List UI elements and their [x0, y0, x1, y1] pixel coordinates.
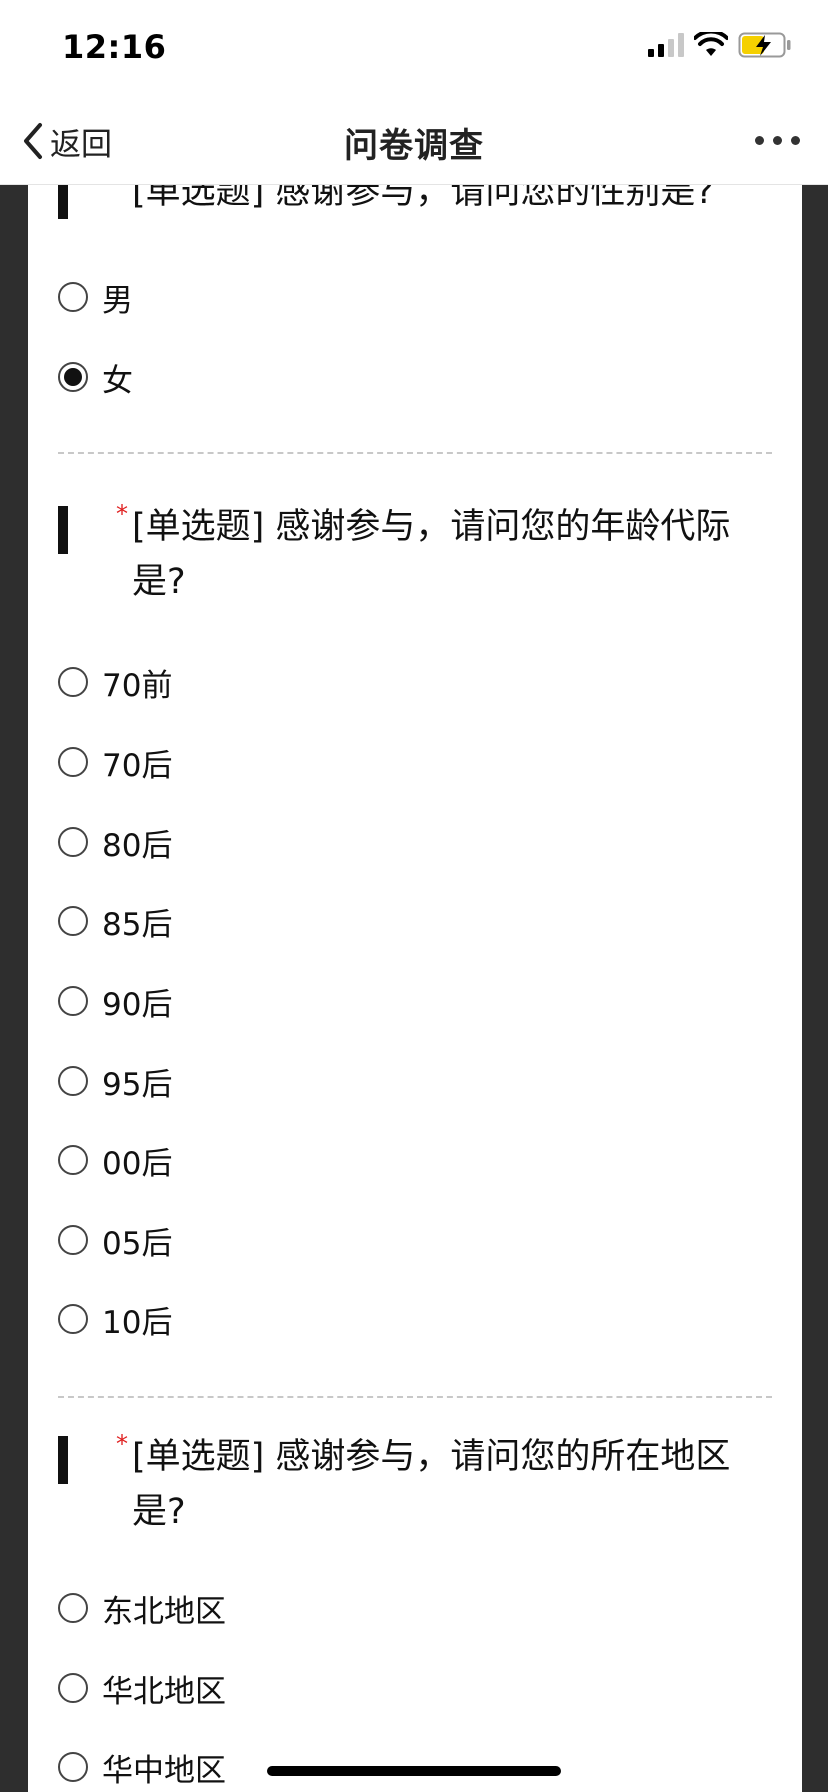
radio-button[interactable]: [58, 906, 88, 936]
more-dot-icon: [791, 136, 800, 145]
option-gender-male[interactable]: 男: [58, 275, 133, 319]
navigation-bar: 返回 问卷调查: [0, 96, 828, 185]
option-age[interactable]: 80后: [58, 820, 172, 864]
option-label: 女: [102, 362, 133, 399]
option-label: 男: [102, 282, 133, 319]
option-age[interactable]: 70后: [58, 740, 172, 784]
radio-button[interactable]: [58, 1066, 88, 1096]
question-marker: [58, 185, 68, 219]
radio-button[interactable]: [58, 1225, 88, 1255]
radio-button[interactable]: [58, 1145, 88, 1175]
option-region[interactable]: 东北地区: [58, 1586, 226, 1630]
option-label: 70后: [102, 747, 173, 784]
radio-button[interactable]: [58, 1593, 88, 1623]
radio-button[interactable]: [58, 1673, 88, 1703]
home-indicator[interactable]: [267, 1766, 561, 1776]
option-age[interactable]: 05后: [58, 1218, 172, 1262]
radio-button[interactable]: [58, 282, 88, 312]
question-text: [单选题] 感谢参与，请问您的所在地区是?: [132, 1437, 731, 1532]
option-label: 05后: [102, 1225, 173, 1262]
cellular-signal-icon: [648, 33, 684, 57]
radio-button-selected[interactable]: [58, 362, 88, 392]
option-label: 10后: [102, 1304, 173, 1341]
option-label: 85后: [102, 906, 173, 943]
option-label: 95后: [102, 1066, 173, 1103]
question-marker: [58, 1436, 68, 1484]
screen: 12:16 返回 问卷调查 [单选题] 感谢参与，请问您的性别是? 男 女 * …: [0, 0, 828, 1792]
more-dot-icon: [755, 136, 764, 145]
required-star: *: [116, 185, 128, 193]
option-gender-female[interactable]: 女: [58, 355, 133, 399]
option-region[interactable]: 华北地区: [58, 1666, 226, 1710]
question-age-title: * [单选题] 感谢参与，请问您的年龄代际是?: [58, 500, 748, 610]
required-star: *: [116, 1430, 128, 1458]
radio-button[interactable]: [58, 1752, 88, 1782]
page-title: 问卷调查: [344, 126, 484, 166]
option-label: 80后: [102, 827, 173, 864]
option-label: 00后: [102, 1145, 173, 1182]
question-text: [单选题] 感谢参与，请问您的性别是?: [132, 185, 715, 212]
more-options-button[interactable]: [755, 136, 800, 145]
option-label: 华北地区: [102, 1673, 226, 1710]
question-gender-title: * [单选题] 感谢参与，请问您的性别是?: [58, 185, 748, 225]
wifi-icon: [694, 32, 728, 56]
status-icons: [648, 32, 792, 58]
radio-button[interactable]: [58, 1304, 88, 1334]
required-star: *: [116, 500, 128, 528]
option-region[interactable]: 华中地区: [58, 1745, 226, 1789]
battery-charging-icon: [738, 32, 791, 58]
option-label: 90后: [102, 986, 173, 1023]
status-bar: 12:16: [0, 0, 828, 96]
radio-button[interactable]: [58, 747, 88, 777]
option-age[interactable]: 85后: [58, 899, 172, 943]
status-time: 12:16: [62, 28, 167, 66]
question-marker: [58, 506, 68, 554]
question-text: [单选题] 感谢参与，请问您的年龄代际是?: [132, 507, 731, 602]
more-dot-icon: [773, 136, 782, 145]
option-age[interactable]: 95后: [58, 1059, 172, 1103]
question-divider: [58, 452, 772, 454]
option-age[interactable]: 70前: [58, 660, 172, 704]
option-age[interactable]: 10后: [58, 1297, 172, 1341]
question-region-title: * [单选题] 感谢参与，请问您的所在地区是?: [58, 1430, 748, 1540]
option-age[interactable]: 00后: [58, 1138, 172, 1182]
radio-button[interactable]: [58, 986, 88, 1016]
option-age[interactable]: 90后: [58, 979, 172, 1023]
option-label: 70前: [102, 667, 173, 704]
radio-button[interactable]: [58, 827, 88, 857]
question-divider: [58, 1396, 772, 1398]
radio-button[interactable]: [58, 667, 88, 697]
survey-card: * [单选题] 感谢参与，请问您的性别是? 男 女 * [单选题] 感谢参与，请…: [28, 185, 802, 1792]
option-label: 东北地区: [102, 1593, 226, 1630]
option-label: 华中地区: [102, 1752, 226, 1789]
